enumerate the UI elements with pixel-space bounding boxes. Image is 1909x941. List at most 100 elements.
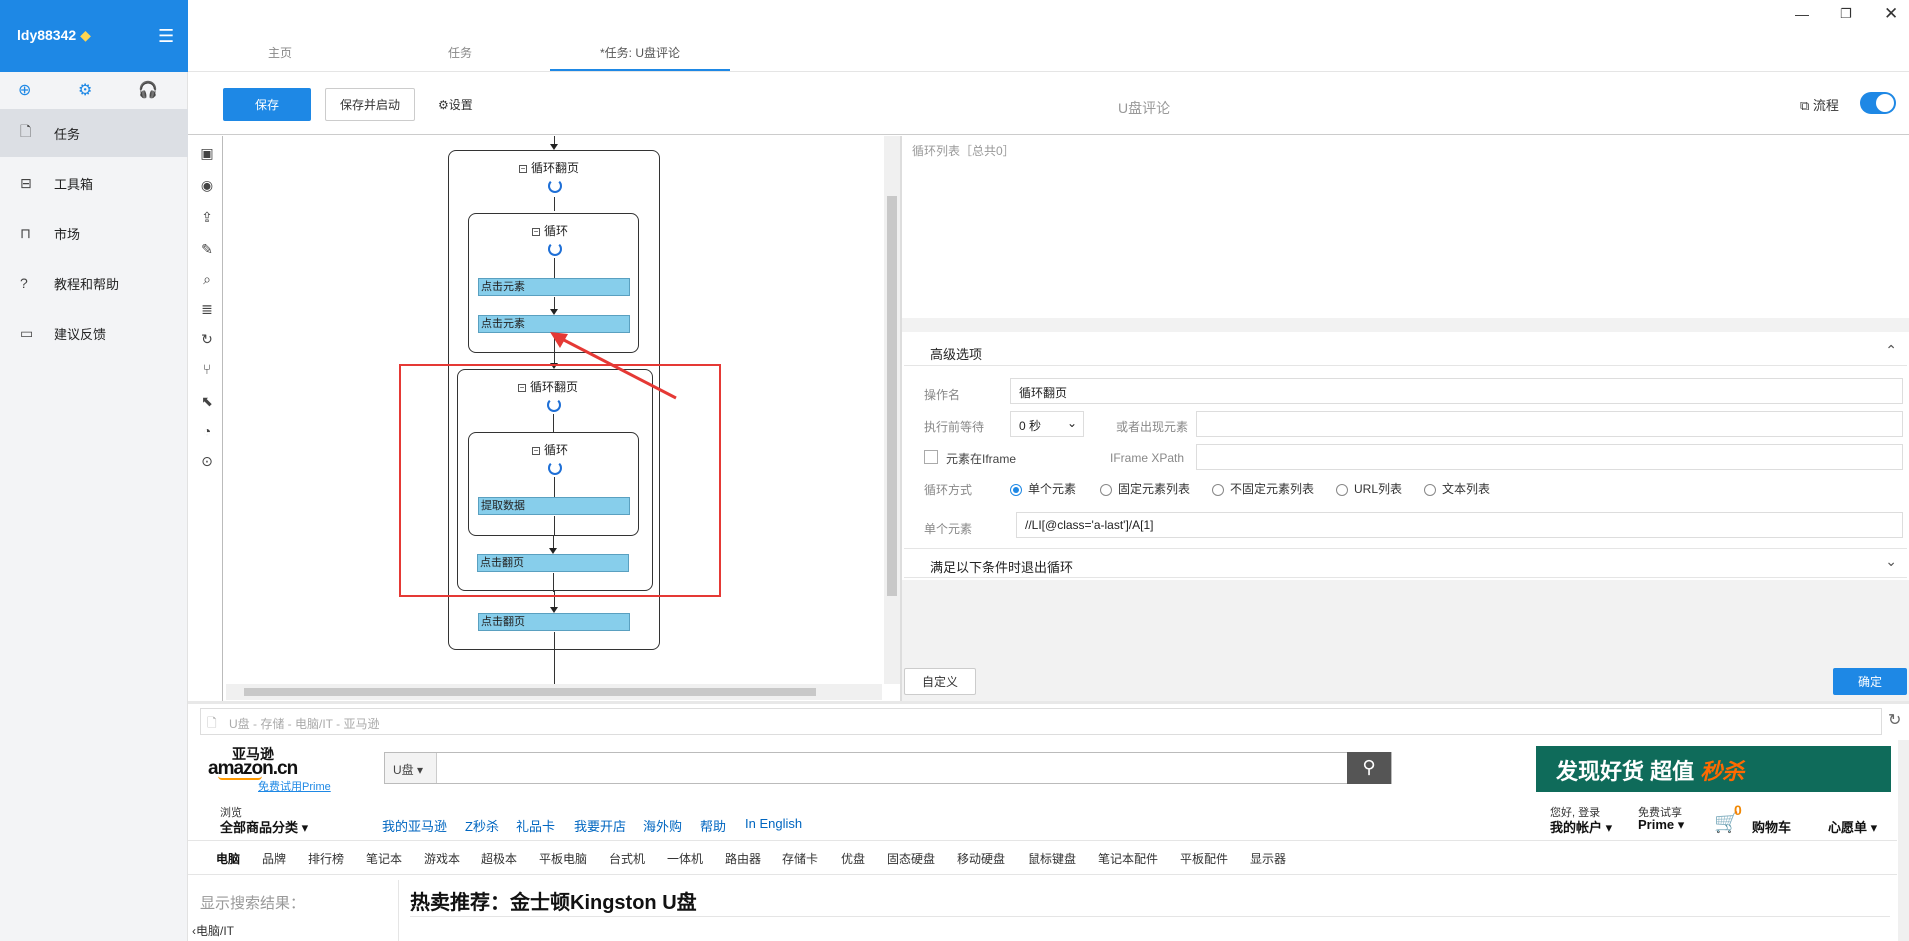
promo-banner[interactable]: 发现好货 超值 秒杀 bbox=[1536, 746, 1891, 792]
add-circle-icon[interactable]: ⊕ bbox=[18, 80, 31, 100]
loop-mode-radio-text-list[interactable]: 文本列表 bbox=[1424, 480, 1490, 497]
task-title: U盘评论 bbox=[1118, 100, 1171, 116]
subnav-item[interactable]: 平板电脑 bbox=[539, 850, 587, 867]
amazon-logo[interactable]: 亚马逊 amazon.cn 免费试用Prime bbox=[206, 744, 331, 793]
click-element-tool-icon[interactable]: ◉ bbox=[198, 176, 216, 194]
switch-dropdown-tool-icon[interactable]: ≣ bbox=[198, 300, 216, 318]
account-menu[interactable]: 我的帐户 ▾ bbox=[1550, 817, 1612, 836]
condition-tool-icon[interactable]: ⑂ bbox=[198, 360, 216, 378]
search-icon[interactable]: ⚲ bbox=[1347, 752, 1391, 784]
subnav-item[interactable]: 排行榜 bbox=[308, 850, 344, 867]
loop-tool-icon[interactable]: ↻ bbox=[198, 330, 216, 348]
ok-button[interactable]: 确定 bbox=[1833, 668, 1907, 695]
loop-icon bbox=[548, 179, 562, 193]
save-and-start-button[interactable]: 保存并启动 bbox=[325, 88, 415, 121]
nav-link[interactable]: 海外购 bbox=[643, 816, 682, 835]
document-icon: 🗋 bbox=[20, 123, 32, 139]
custom-button[interactable]: 自定义 bbox=[904, 668, 976, 695]
all-categories-menu[interactable]: 全部商品分类 ▾ bbox=[220, 817, 308, 836]
mouse-move-tool-icon[interactable]: ⬉ bbox=[198, 392, 216, 410]
chevron-down-icon: ⌄ bbox=[1066, 416, 1077, 430]
or-appear-input[interactable] bbox=[1196, 411, 1903, 437]
subnav-item[interactable]: 移动硬盘 bbox=[957, 850, 1005, 867]
tab-current-task[interactable]: *任务: U盘评论 bbox=[600, 44, 680, 61]
sidebar-item-help[interactable]: ? 教程和帮助 bbox=[0, 259, 188, 307]
tab-home[interactable]: 主页 bbox=[268, 44, 292, 61]
address-bar[interactable]: 🗋 U盘 - 存储 - 电脑/IT - 亚马逊 bbox=[200, 708, 1882, 735]
subnav-item[interactable]: 一体机 bbox=[667, 850, 703, 867]
input-text-tool-icon[interactable]: ✎ bbox=[198, 240, 216, 258]
settings-button[interactable]: ⚙设置 bbox=[438, 96, 473, 113]
subnav-item[interactable]: 显示器 bbox=[1250, 850, 1286, 867]
nav-link[interactable]: 我要开店 bbox=[574, 816, 626, 835]
sidebar-item-market[interactable]: ⊓ 市场 bbox=[0, 209, 188, 257]
wait-select[interactable]: 0 秒 ⌄ bbox=[1010, 411, 1084, 437]
canvas-vertical-scrollbar[interactable] bbox=[884, 136, 900, 684]
subnav-item[interactable]: 笔记本配件 bbox=[1098, 850, 1158, 867]
subnav-item[interactable]: 固态硬盘 bbox=[887, 850, 935, 867]
click-element-node-1[interactable]: 点击元素 bbox=[478, 278, 630, 296]
flow-toggle[interactable] bbox=[1860, 92, 1896, 114]
minimize-icon[interactable]: — bbox=[1795, 6, 1809, 22]
search-input[interactable] bbox=[439, 753, 1347, 783]
subnav-item[interactable]: 优盘 bbox=[841, 850, 865, 867]
open-page-tool-icon[interactable]: ▣ bbox=[198, 144, 216, 162]
gear-icon: ⚙ bbox=[438, 98, 449, 112]
advanced-options-header[interactable]: 高级选项 ⌃ bbox=[904, 336, 1907, 366]
reload-icon[interactable]: ↻ bbox=[1888, 710, 1901, 730]
loop-mode-radio-url-list[interactable]: URL列表 bbox=[1336, 480, 1402, 497]
iframe-xpath-input[interactable] bbox=[1196, 444, 1903, 470]
subnav-item[interactable]: 鼠标键盘 bbox=[1028, 850, 1076, 867]
subnav-item[interactable]: 笔记本 bbox=[366, 850, 402, 867]
verify-code-tool-icon[interactable]: ⌕ bbox=[198, 270, 216, 288]
search-scope-dropdown[interactable]: U盘 ▾ bbox=[385, 753, 437, 783]
canvas-horizontal-scrollbar[interactable] bbox=[226, 684, 882, 700]
sidebar-item-tasks[interactable]: 🗋 任务 bbox=[0, 109, 188, 157]
iframe-checkbox[interactable] bbox=[924, 450, 938, 464]
hamburger-menu-icon[interactable]: ☰ bbox=[158, 26, 174, 47]
chevron-down-icon: ⌄ bbox=[1885, 553, 1897, 569]
divider bbox=[188, 71, 1909, 72]
prime-menu[interactable]: Prime ▾ bbox=[1638, 817, 1684, 833]
cart-button[interactable]: 🛒 0 购物车 bbox=[1714, 802, 1806, 835]
subnav-item[interactable]: 台式机 bbox=[609, 850, 645, 867]
subnav-item[interactable]: 品牌 bbox=[262, 850, 286, 867]
wait-tool-icon[interactable]: ◔ bbox=[198, 422, 216, 440]
nav-link[interactable]: 帮助 bbox=[700, 816, 726, 835]
subnav-item[interactable]: 超极本 bbox=[481, 850, 517, 867]
close-icon[interactable]: ✕ bbox=[1884, 4, 1898, 24]
nav-link[interactable]: 礼品卡 bbox=[516, 816, 555, 835]
save-button[interactable]: 保存 bbox=[223, 88, 311, 121]
splitter[interactable] bbox=[900, 136, 902, 701]
restore-icon[interactable]: ❐ bbox=[1840, 6, 1852, 22]
loop-mode-radio-fixed-list[interactable]: 固定元素列表 bbox=[1100, 480, 1190, 497]
wishlist-menu[interactable]: 心愿单 ▾ bbox=[1828, 817, 1877, 836]
sidebar-item-toolbox[interactable]: ⊟ 工具箱 bbox=[0, 159, 188, 207]
loop-mode-radio-unfixed-list[interactable]: 不固定元素列表 bbox=[1212, 480, 1314, 497]
prime-trial-link[interactable]: 免费试用Prime bbox=[258, 778, 331, 794]
headset-icon[interactable]: 🎧 bbox=[138, 80, 158, 100]
subnav-item[interactable]: 电脑 bbox=[216, 850, 240, 867]
tab-tasks[interactable]: 任务 bbox=[448, 44, 472, 61]
sidebar-item-feedback[interactable]: ▭ 建议反馈 bbox=[0, 309, 188, 357]
exit-condition-header[interactable]: 满足以下条件时退出循环 ⌄ bbox=[904, 548, 1907, 578]
gear-icon[interactable]: ⚙ bbox=[78, 80, 92, 100]
subnav-item[interactable]: 存储卡 bbox=[782, 850, 818, 867]
breadcrumb-link[interactable]: ‹电脑/IT bbox=[192, 922, 234, 939]
flow-label: ⧉ 流程 bbox=[1800, 98, 1839, 113]
username[interactable]: ldy88342 ◆ bbox=[17, 27, 91, 44]
end-flow-tool-icon[interactable]: ⊙ bbox=[198, 452, 216, 470]
click-page-node-outer[interactable]: 点击翻页 bbox=[478, 613, 630, 631]
nav-link[interactable]: In English bbox=[745, 816, 802, 831]
subnav-item[interactable]: 游戏本 bbox=[424, 850, 460, 867]
nav-link[interactable]: Z秒杀 bbox=[465, 816, 499, 835]
subnav-item[interactable]: 路由器 bbox=[725, 850, 761, 867]
nav-link[interactable]: 我的亚马逊 bbox=[382, 816, 447, 835]
op-name-input[interactable]: 循环翻页 bbox=[1010, 378, 1903, 404]
extract-data-tool-icon[interactable]: ⇪ bbox=[198, 208, 216, 226]
hot-recommend-title: 热卖推荐：金士顿Kingston U盘 bbox=[410, 892, 697, 914]
single-element-xpath-input[interactable]: //LI[@class='a-last']/A[1] bbox=[1016, 512, 1903, 538]
loop-mode-radio-single[interactable]: 单个元素 bbox=[1010, 480, 1076, 497]
browser-scrollbar[interactable] bbox=[1898, 740, 1909, 941]
subnav-item[interactable]: 平板配件 bbox=[1180, 850, 1228, 867]
